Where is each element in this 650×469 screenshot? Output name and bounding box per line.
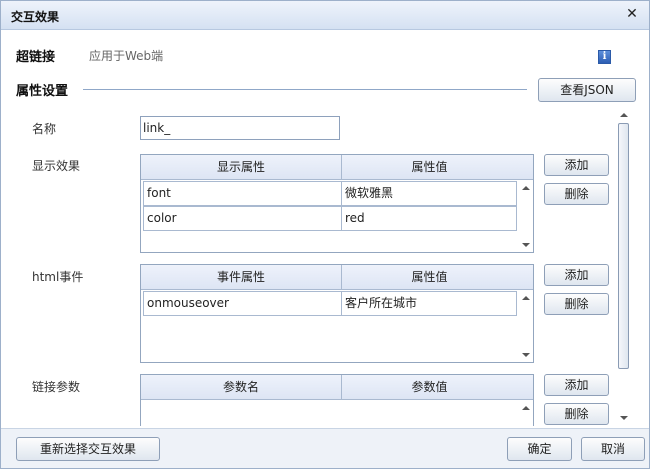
table-row[interactable]: font 微软雅黑 — [143, 181, 517, 206]
scroll-up-icon[interactable] — [522, 296, 530, 300]
grid-header: 显示属性 属性值 — [141, 155, 533, 180]
grid-scrollbar[interactable] — [519, 291, 533, 362]
column-header-event-attr: 事件属性 — [216, 270, 265, 284]
column-header-display-attr: 显示属性 — [216, 160, 265, 174]
link-params-label: 链接参数 — [32, 380, 81, 394]
ok-button[interactable]: 确定 — [507, 437, 572, 461]
view-json-button[interactable]: 查看JSON — [538, 78, 636, 102]
close-icon[interactable]: ✕ — [625, 6, 639, 22]
grid-scrollbar[interactable] — [519, 181, 533, 252]
attributes-section-title: 属性设置 — [16, 84, 69, 99]
display-effect-label: 显示效果 — [32, 159, 81, 173]
html-events-delete-button[interactable]: 删除 — [544, 293, 609, 315]
scroll-up-icon[interactable] — [620, 113, 628, 117]
display-effect-delete-button[interactable]: 删除 — [544, 183, 609, 205]
main-scrollbar[interactable] — [615, 108, 633, 426]
hyperlink-subtitle: 应用于Web端 — [89, 49, 164, 63]
grid-header: 参数名 参数值 — [141, 375, 533, 400]
grid-scrollbar[interactable] — [519, 401, 533, 426]
cell-key[interactable]: font — [144, 182, 342, 205]
html-events-grid: 事件属性 属性值 onmouseover 客户所在城市 — [140, 264, 534, 363]
cell-value[interactable]: red — [342, 207, 514, 230]
name-label: 名称 — [32, 122, 57, 136]
column-header-param-name: 参数名 — [222, 380, 259, 394]
column-header-value: 属性值 — [411, 270, 448, 284]
scrollbar-thumb[interactable] — [618, 123, 629, 369]
info-icon[interactable]: i — [598, 50, 611, 64]
scroll-down-icon[interactable] — [620, 416, 628, 420]
cancel-button[interactable]: 取消 — [581, 437, 645, 461]
table-row[interactable]: onmouseover 客户所在城市 — [143, 291, 517, 316]
section-divider — [83, 89, 527, 90]
dialog-footer: 重新选择交互效果 确定 取消 — [1, 428, 649, 468]
dialog-titlebar: 交互效果 ✕ — [1, 1, 649, 30]
html-events-label: html事件 — [32, 270, 84, 284]
html-events-add-button[interactable]: 添加 — [544, 264, 609, 286]
grid-header: 事件属性 属性值 — [141, 265, 533, 290]
scroll-up-icon[interactable] — [522, 406, 530, 410]
table-row[interactable]: color red — [143, 206, 517, 231]
cell-value[interactable]: 客户所在城市 — [342, 292, 514, 315]
link-params-delete-button[interactable]: 删除 — [544, 403, 609, 425]
column-header-value: 属性值 — [411, 160, 448, 174]
cell-value[interactable]: 微软雅黑 — [342, 182, 514, 205]
name-input[interactable]: link_ — [140, 116, 340, 140]
link-params-grid: 参数名 参数值 — [140, 374, 534, 426]
display-effect-grid: 显示属性 属性值 font 微软雅黑 color red — [140, 154, 534, 253]
cell-key[interactable]: color — [144, 207, 342, 230]
attributes-scroll-area: 名称 link_ 显示效果 显示属性 属性值 font 微软雅黑 color r… — [2, 106, 634, 426]
scroll-down-icon[interactable] — [522, 353, 530, 357]
scroll-down-icon[interactable] — [522, 243, 530, 247]
dialog-title: 交互效果 — [11, 10, 60, 24]
interaction-effect-dialog: 交互效果 ✕ 超链接 应用于Web端 i 属性设置 查看JSON 名称 link… — [0, 0, 650, 469]
cell-key[interactable]: onmouseover — [144, 292, 342, 315]
link-params-add-button[interactable]: 添加 — [544, 374, 609, 396]
scroll-up-icon[interactable] — [522, 186, 530, 190]
column-header-param-value: 参数值 — [411, 380, 448, 394]
reselect-effect-button[interactable]: 重新选择交互效果 — [16, 437, 160, 461]
hyperlink-title: 超链接 — [16, 50, 56, 65]
display-effect-add-button[interactable]: 添加 — [544, 154, 609, 176]
